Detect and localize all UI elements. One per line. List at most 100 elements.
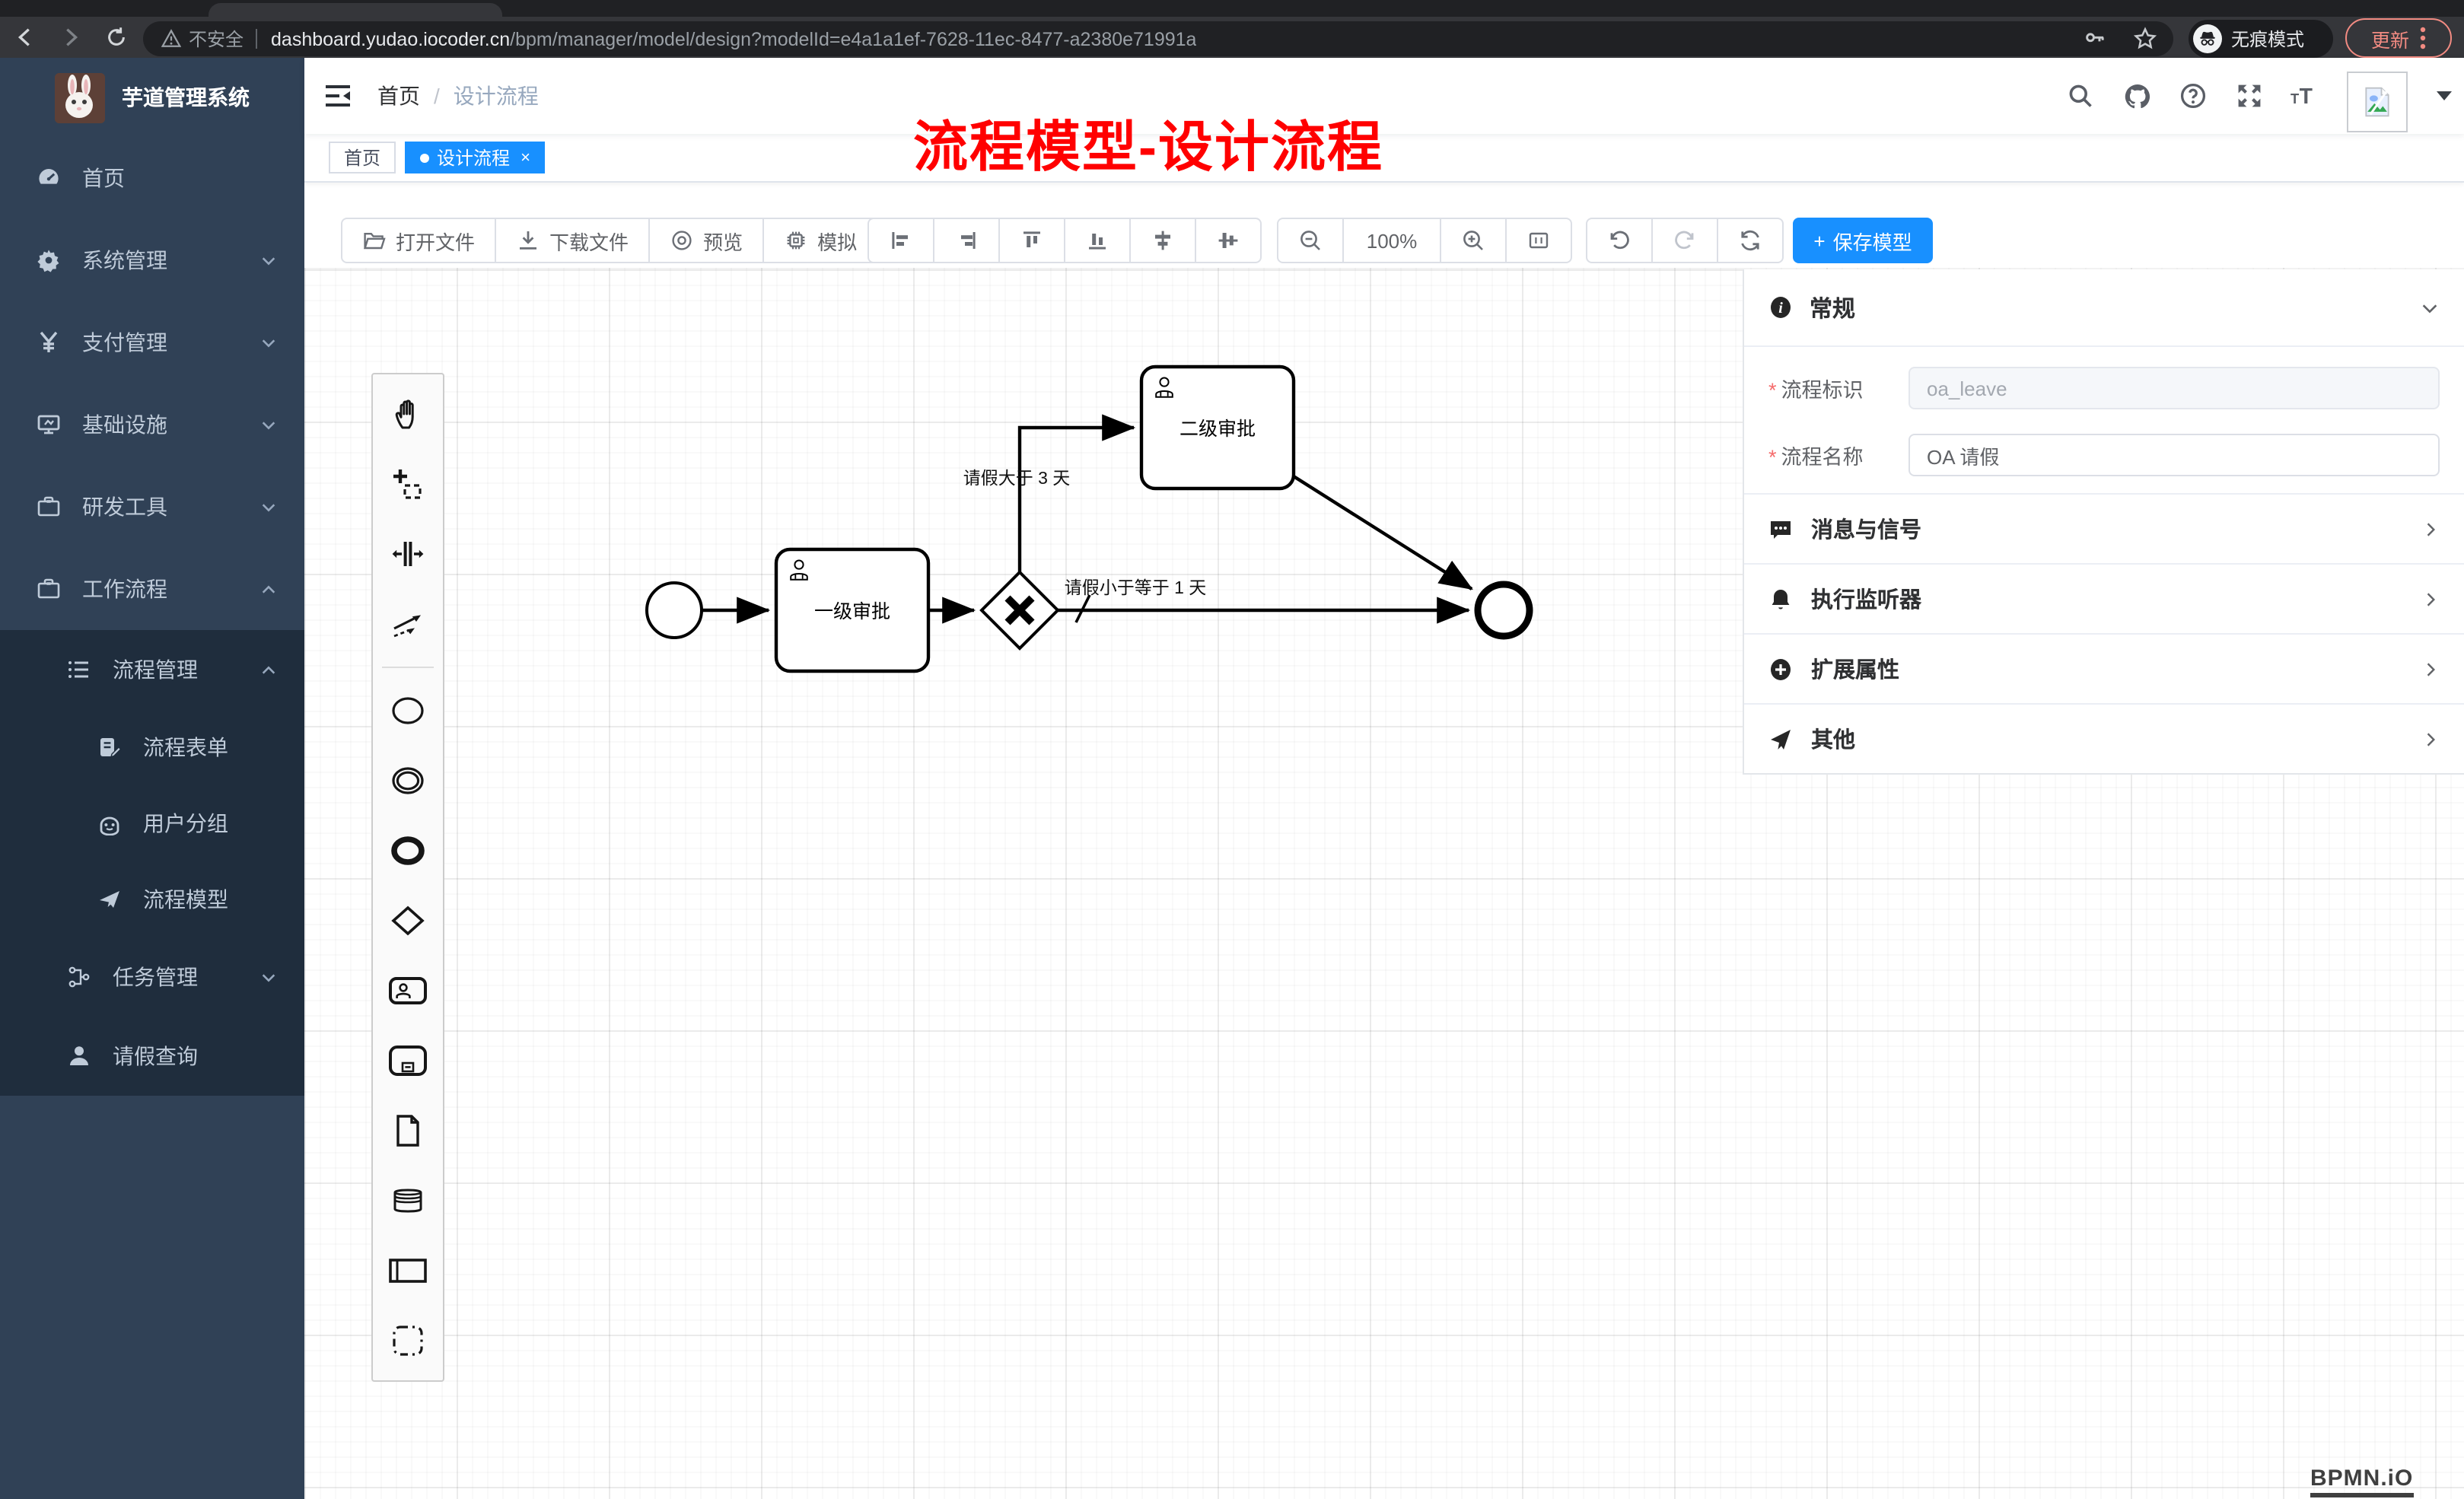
download-file-label: 下载文件 <box>549 226 629 255</box>
breadcrumb-home[interactable]: 首页 <box>377 81 420 111</box>
align-center-horizontal-button[interactable] <box>1196 218 1262 263</box>
sidebar-item-user-group[interactable]: 用户分组 <box>0 785 304 861</box>
section-execution-listeners[interactable]: 执行监听器 <box>1744 563 2464 633</box>
url-bar[interactable]: 不安全 dashboard.yudao.iocoder.cn/bpm/manag… <box>143 21 2173 56</box>
update-label[interactable]: 更新 <box>2371 24 2409 53</box>
incognito-badge[interactable]: 无痕模式 <box>2189 20 2333 58</box>
tab-home[interactable]: 首页 <box>329 142 396 173</box>
sidebar-item-process-form[interactable]: 流程表单 <box>0 709 304 785</box>
create-gateway-icon[interactable] <box>373 886 443 956</box>
align-top-button[interactable] <box>1000 218 1065 263</box>
flow-task2-to-end[interactable] <box>1294 476 1472 589</box>
list-icon <box>67 657 91 682</box>
sidebar-item-process-model[interactable]: 流程模型 <box>0 861 304 937</box>
section-extended-properties[interactable]: 扩展属性 <box>1744 633 2464 703</box>
user-task-level2[interactable]: 二级审批 <box>1141 367 1294 489</box>
simulate-label: 模拟 <box>817 226 857 255</box>
end-event[interactable] <box>1478 584 1530 636</box>
zoom-level[interactable]: 100% <box>1344 218 1441 263</box>
avatar-caret-icon[interactable] <box>2437 91 2452 100</box>
zoom-fit-button[interactable] <box>1507 218 1572 263</box>
create-end-event-icon[interactable] <box>373 816 443 886</box>
undo-button[interactable] <box>1586 218 1653 263</box>
zoom-in-button[interactable] <box>1441 218 1507 263</box>
reload-icon[interactable] <box>100 22 131 53</box>
fullscreen-icon[interactable] <box>2234 81 2265 111</box>
section-others[interactable]: 其他 <box>1744 703 2464 773</box>
bpmn-canvas[interactable]: 一级审批 二级审批 请假大于 3 天 请假小于等于 1 天 BPMN.iO <box>304 268 2464 1499</box>
search-icon[interactable] <box>2065 81 2096 111</box>
browser-update-button[interactable]: 更新 <box>2345 18 2452 58</box>
chevron-down-icon <box>260 498 277 515</box>
sidebar-item-home[interactable]: 首页 <box>0 137 304 219</box>
forward-icon[interactable] <box>55 22 85 53</box>
exclusive-gateway[interactable] <box>982 572 1058 648</box>
create-participant-icon[interactable] <box>373 1236 443 1306</box>
process-key-input[interactable] <box>1908 367 2440 409</box>
url-domain: dashboard.yudao.iocoder.cn <box>271 28 510 49</box>
passwords-key-icon[interactable] <box>2082 26 2108 52</box>
svg-text:T: T <box>2291 91 2299 107</box>
font-size-icon[interactable]: TT <box>2291 81 2321 111</box>
github-icon[interactable] <box>2122 81 2152 111</box>
sidebar-item-leave-query[interactable]: 请假查询 <box>0 1017 304 1096</box>
open-file-button[interactable]: 打开文件 <box>341 218 496 263</box>
create-subprocess-icon[interactable] <box>373 1026 443 1096</box>
create-data-object-icon[interactable] <box>373 1096 443 1166</box>
lasso-tool-icon[interactable] <box>373 449 443 519</box>
redo-button[interactable] <box>1653 218 1718 263</box>
security-label[interactable]: 不安全 <box>189 26 244 52</box>
sidebar-item-label: 基础设施 <box>82 409 167 440</box>
zoom-out-button[interactable] <box>1277 218 1344 263</box>
incognito-icon <box>2193 24 2222 53</box>
sidebar-item-task-management[interactable]: 任务管理 <box>0 937 304 1017</box>
sidebar-item-label: 首页 <box>82 163 125 193</box>
help-icon[interactable] <box>2178 81 2208 111</box>
space-tool-icon[interactable] <box>373 519 443 589</box>
create-user-task-icon[interactable] <box>373 956 443 1026</box>
task1-label: 一级审批 <box>814 601 890 622</box>
process-name-input[interactable] <box>1908 434 2440 476</box>
tab-design-process[interactable]: 设计流程 × <box>405 142 546 173</box>
bookmark-star-icon[interactable] <box>2132 26 2158 52</box>
create-group-icon[interactable] <box>373 1306 443 1376</box>
section-messages-signals[interactable]: 消息与信号 <box>1744 493 2464 563</box>
process-name-label: *流程名称 <box>1768 440 1908 470</box>
kebab-menu-icon[interactable] <box>2420 26 2426 50</box>
chevron-right-icon <box>2421 730 2440 748</box>
align-right-button[interactable] <box>934 218 1000 263</box>
chevron-up-icon <box>260 661 277 678</box>
align-left-button[interactable] <box>867 218 934 263</box>
start-event[interactable] <box>647 583 702 638</box>
save-model-button[interactable]: + 保存模型 <box>1793 218 1933 263</box>
browser-tab[interactable] <box>209 3 502 18</box>
align-bottom-button[interactable] <box>1065 218 1131 263</box>
chevron-down-icon[interactable] <box>2420 298 2440 317</box>
general-section-header[interactable]: i 常规 <box>1744 269 2464 345</box>
align-center-vertical-button[interactable] <box>1131 218 1196 263</box>
preview-button[interactable]: 预览 <box>650 218 764 263</box>
sidebar-item-process-management[interactable]: 流程管理 <box>0 630 304 709</box>
avatar[interactable] <box>2347 72 2408 132</box>
sidebar-item-system[interactable]: 系统管理 <box>0 219 304 301</box>
simulate-button[interactable]: 模拟 <box>764 218 878 263</box>
back-icon[interactable] <box>9 22 40 53</box>
global-connect-tool-icon[interactable] <box>373 589 443 659</box>
sidebar-item-devtools[interactable]: 研发工具 <box>0 466 304 548</box>
app-logo-row[interactable]: 芋道管理系统 <box>0 58 304 137</box>
hand-tool-icon[interactable] <box>373 379 443 449</box>
sidebar-item-workflow[interactable]: 工作流程 <box>0 548 304 630</box>
flow-gateway-to-task2[interactable] <box>1020 428 1134 572</box>
reset-button[interactable] <box>1718 218 1784 263</box>
user-task-level1[interactable]: 一级审批 <box>776 549 928 671</box>
create-start-event-icon[interactable] <box>373 676 443 746</box>
sidebar-collapse-icon[interactable] <box>323 81 353 111</box>
sidebar-item-infrastructure[interactable]: 基础设施 <box>0 384 304 466</box>
sidebar-item-payment[interactable]: 支付管理 <box>0 301 304 384</box>
download-file-button[interactable]: 下载文件 <box>496 218 650 263</box>
create-intermediate-event-icon[interactable] <box>373 746 443 816</box>
close-icon[interactable]: × <box>520 148 530 167</box>
chevron-down-icon <box>260 416 277 433</box>
create-data-store-icon[interactable] <box>373 1166 443 1236</box>
bpmn-io-logo[interactable]: BPMN.iO <box>2310 1466 2413 1497</box>
